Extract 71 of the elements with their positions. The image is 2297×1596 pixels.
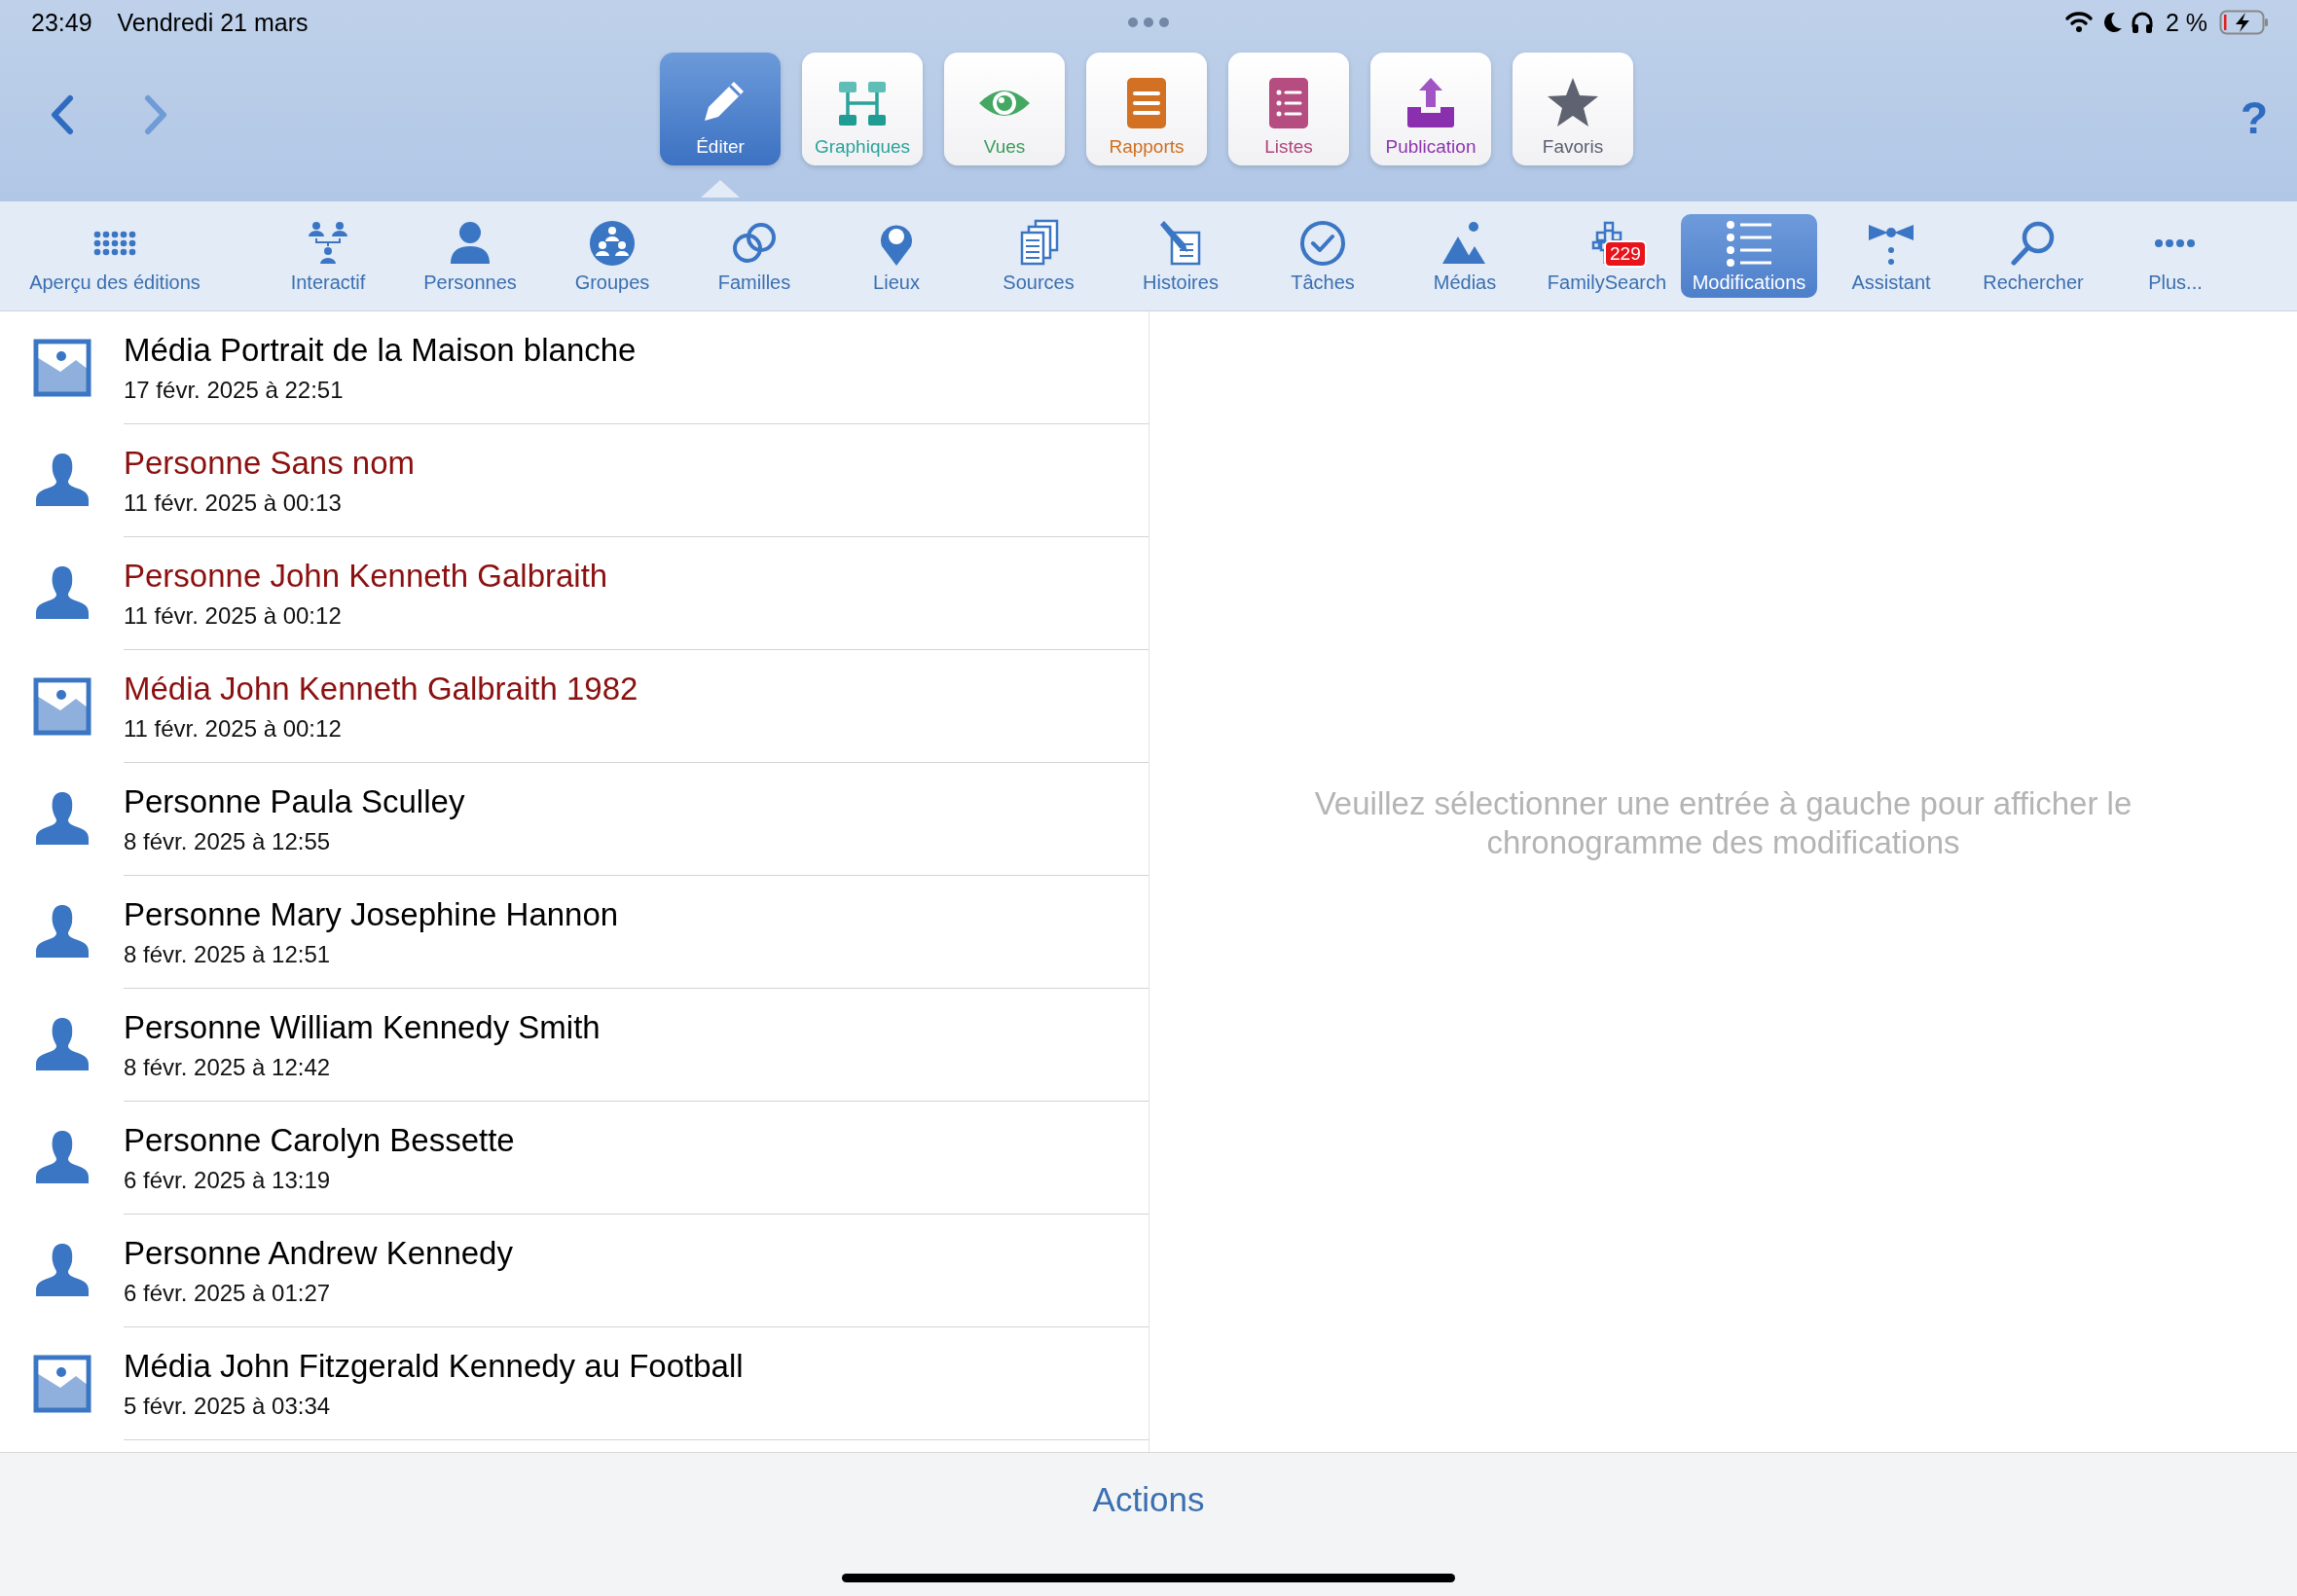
change-row[interactable]: Média Portrait de la Maison blanche 17 févr. 2025 à 22:51	[0, 311, 1148, 424]
change-date: 8 févr. 2025 à 12:42	[124, 1053, 332, 1081]
more-dots-icon	[2153, 237, 2198, 249]
change-title: Personne Andrew Kennedy	[124, 1234, 514, 1272]
change-row[interactable]: Personne Sans nom 11 févr. 2025 à 00:13	[0, 424, 1148, 537]
change-row[interactable]: Personne Carolyn Bessette 6 févr. 2025 à 13:19	[0, 1102, 1148, 1215]
empty-state-message: Veuillez sélectionner une entrée à gauche pour afficher le chronogramme des modifications	[1313, 784, 2133, 862]
battery-percent: 2 %	[2165, 8, 2207, 37]
change-row[interactable]: Personne Paula Sculley 8 févr. 2025 à 12:55	[0, 763, 1148, 876]
toolbar-tab[interactable]: Sources	[970, 214, 1107, 298]
change-date: 11 févr. 2025 à 00:12	[124, 601, 343, 630]
checkmark-circle-icon	[1298, 219, 1347, 268]
toolbar-tab[interactable]: Histoires	[1112, 214, 1249, 298]
toolbar-tab[interactable]: Tâches	[1255, 214, 1391, 298]
toolbar-tab[interactable]: Interactif	[260, 214, 396, 298]
battery-icon	[2219, 10, 2270, 35]
change-date: 11 févr. 2025 à 00:12	[124, 714, 343, 743]
change-title: Personne William Kennedy Smith	[124, 1008, 602, 1046]
status-time: 23:49	[31, 8, 92, 37]
toolbar-tab[interactable]: Plus...	[2107, 214, 2243, 298]
group-icon	[588, 219, 637, 268]
change-date: 6 févr. 2025 à 01:27	[124, 1279, 332, 1307]
change-date: 8 févr. 2025 à 12:51	[124, 940, 332, 968]
change-row[interactable]: Personne John Kenneth Galbraith 11 févr. 2025 à 00:12	[0, 537, 1148, 650]
app-tile[interactable]: Listes	[1228, 53, 1349, 165]
change-title: Média John Kenneth Galbraith 1982	[124, 670, 639, 707]
toolbar-tab[interactable]: Aperçu des éditions	[0, 214, 230, 298]
change-title: Personne Sans nom	[124, 444, 416, 482]
toolbar-tab[interactable]: 229 FamilySearch	[1539, 214, 1675, 298]
image-icon	[33, 677, 91, 736]
change-title: Personne John Kenneth Galbraith	[124, 557, 609, 595]
headphones-icon	[2130, 11, 2154, 34]
app-tile[interactable]: Vues	[944, 53, 1065, 165]
app-tile[interactable]: Publication	[1370, 53, 1491, 165]
toolbar-tab[interactable]: Modifications	[1681, 214, 1817, 298]
multitask-dots-icon	[1127, 17, 1170, 28]
change-row[interactable]: Personne Andrew Kennedy 6 févr. 2025 à 01:27	[0, 1215, 1148, 1327]
toolbar-tab[interactable]: Rechercher	[1965, 214, 2101, 298]
actions-button[interactable]: Actions	[1092, 1480, 1205, 1519]
toolbar-tab[interactable]: Médias	[1397, 214, 1533, 298]
change-title: Média Portrait de la Maison blanche	[124, 331, 638, 369]
change-date: 11 févr. 2025 à 00:13	[124, 489, 343, 517]
change-title: Personne Carolyn Bessette	[124, 1121, 516, 1159]
change-row[interactable]: Personne Mary Josephine Hannon 8 févr. 2025 à 12:51	[0, 876, 1148, 989]
count-badge: 229	[1604, 240, 1647, 268]
change-row[interactable]: Média John Kenneth Galbraith 1982 11 févr. 2025 à 00:12	[0, 650, 1148, 763]
chevron-left-icon	[49, 94, 74, 135]
help-button[interactable]: ?	[2240, 91, 2268, 144]
change-date: 5 févr. 2025 à 03:34	[124, 1392, 332, 1420]
wifi-icon	[2063, 11, 2094, 34]
app-tile[interactable]: Rapports	[1086, 53, 1207, 165]
toolbar-tab[interactable]: Groupes	[544, 214, 680, 298]
change-date: 8 févr. 2025 à 12:55	[124, 827, 332, 855]
app-tile[interactable]: Favoris	[1513, 53, 1633, 165]
list-lines-icon	[1725, 219, 1773, 268]
toolbar-tab[interactable]: Lieux	[828, 214, 965, 298]
change-date: 17 févr. 2025 à 22:51	[124, 376, 345, 404]
change-row[interactable]: Média John Fitzgerald Kennedy au Football 5 févr. 2025 à 03:34	[0, 1327, 1148, 1440]
toolbar-tab[interactable]: Familles	[686, 214, 822, 298]
app-tile[interactable]: Graphiques	[802, 53, 923, 165]
change-row[interactable]: Personne William Kennedy Smith 8 févr. 2025 à 12:42	[0, 989, 1148, 1102]
change-title: Personne Paula Sculley	[124, 782, 466, 820]
image-icon	[33, 1355, 91, 1413]
toolbar-tab[interactable]: Personnes	[402, 214, 538, 298]
status-date: Vendredi 21 mars	[117, 8, 309, 37]
image-icon	[33, 339, 91, 397]
toolbar-tab[interactable]: Assistant	[1823, 214, 1959, 298]
chevron-right-icon	[144, 94, 169, 135]
change-title: Personne Mary Josephine Hannon	[124, 895, 620, 933]
change-date: 6 févr. 2025 à 13:19	[124, 1166, 332, 1194]
change-title: Média John Fitzgerald Kennedy au Football	[124, 1347, 745, 1385]
